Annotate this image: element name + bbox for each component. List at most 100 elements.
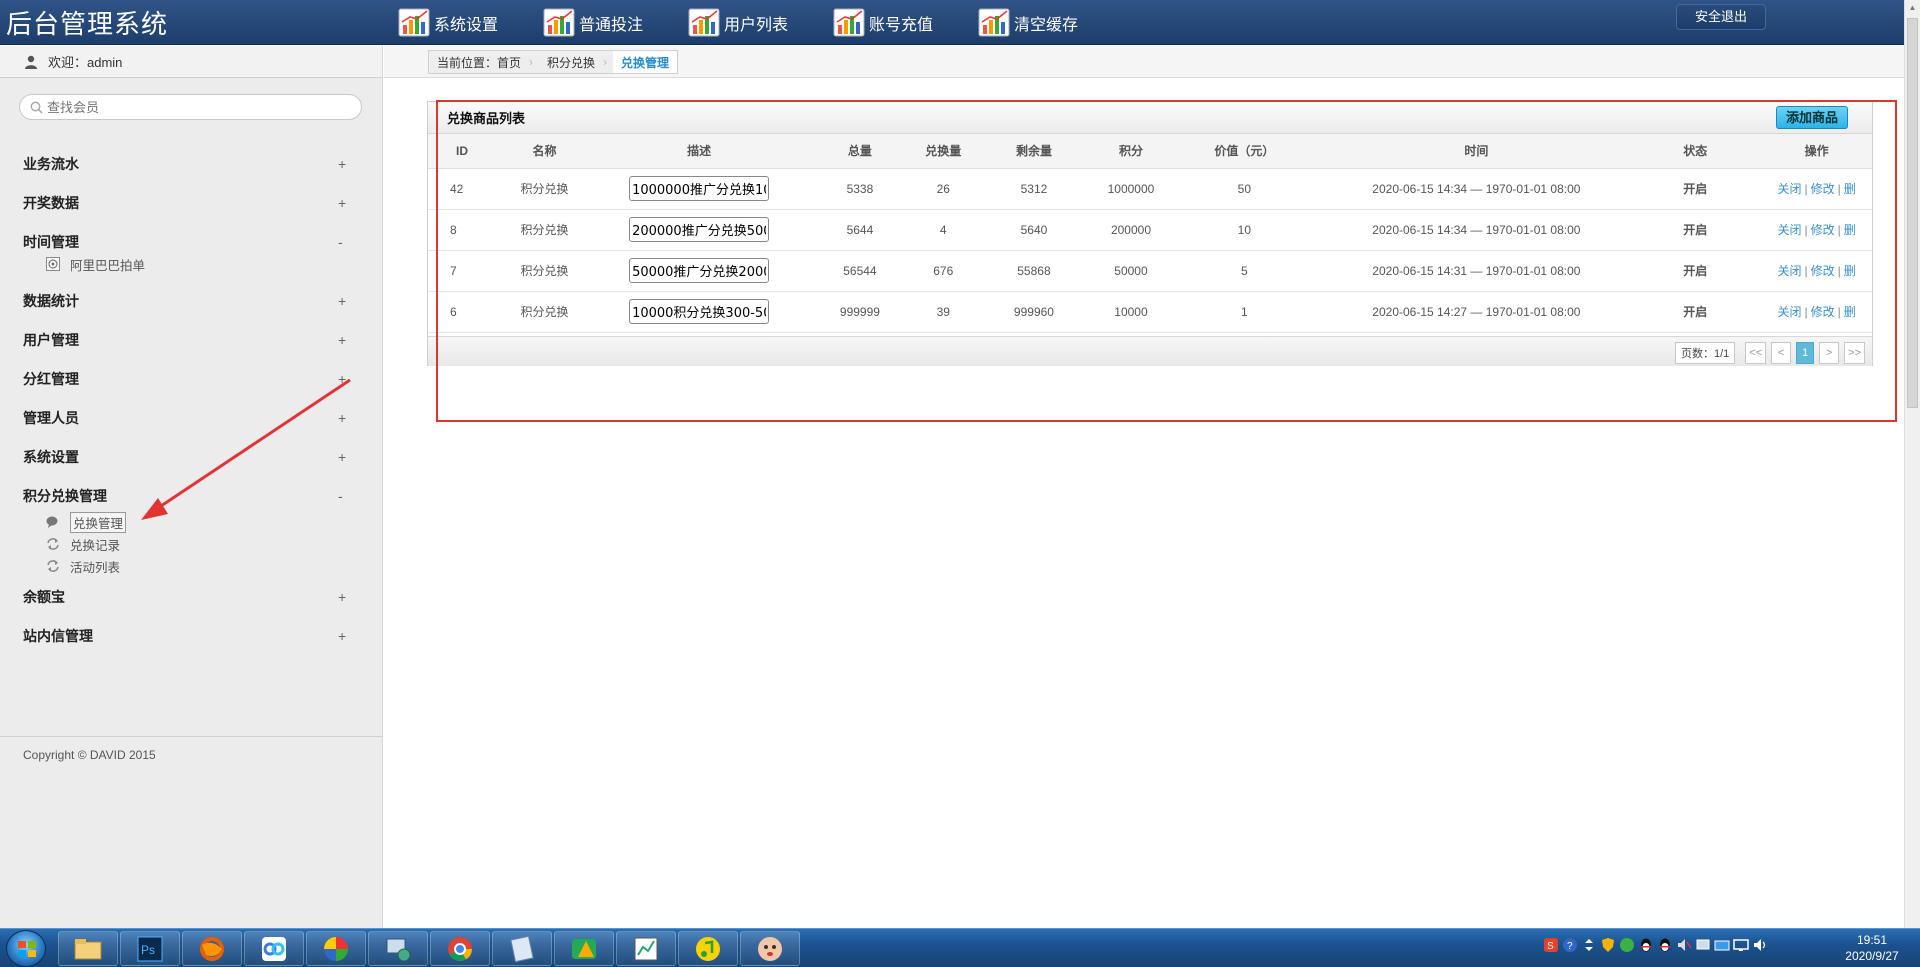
delete-link[interactable]: 删 — [1844, 264, 1856, 278]
expand-toggle[interactable]: + — [338, 628, 346, 644]
close-link[interactable]: 关闭 — [1777, 182, 1801, 196]
network-status-icon[interactable] — [1695, 937, 1711, 953]
copyright: Copyright © DAVID 2015 — [23, 748, 156, 762]
start-button[interactable] — [6, 930, 46, 967]
music-icon[interactable] — [678, 931, 738, 966]
delete-link[interactable]: 删 — [1844, 305, 1856, 319]
monitor-icon[interactable] — [1733, 937, 1749, 953]
taskbar-clock[interactable]: 19:51 2020/9/27 — [1832, 932, 1912, 964]
delete-link[interactable]: 删 — [1844, 223, 1856, 237]
topnav-user-list[interactable]: 用户列表 — [688, 0, 833, 45]
refresh-icon — [47, 560, 59, 572]
search-input[interactable] — [47, 99, 347, 115]
breadcrumb-home[interactable]: 当前位置：首页 — [429, 51, 529, 73]
expand-toggle[interactable]: + — [338, 332, 346, 348]
close-link[interactable]: 关闭 — [1777, 223, 1801, 237]
firefox-icon[interactable] — [182, 931, 242, 966]
expand-toggle[interactable]: + — [338, 371, 346, 387]
column-header: 总量 — [804, 134, 916, 169]
expand-toggle[interactable]: + — [338, 195, 346, 211]
menu-lottery-data[interactable]: 开奖数据 + — [0, 183, 383, 222]
network-icon[interactable] — [368, 931, 428, 966]
breadcrumb: 当前位置：首页 › 积分兑换 › 兑换管理 — [428, 50, 679, 74]
op-separator: | — [1837, 264, 1841, 278]
topnav-normal-bet[interactable]: 普通投注 — [543, 0, 688, 45]
game-icon[interactable] — [554, 931, 614, 966]
last-page-button[interactable]: >> — [1844, 342, 1865, 364]
cell-desc — [593, 209, 805, 251]
status-badge: 开启 — [1629, 250, 1762, 292]
topnav-system-settings[interactable]: 系统设置 — [398, 0, 543, 45]
edit-link[interactable]: 修改 — [1811, 182, 1835, 196]
edit-link[interactable]: 修改 — [1811, 305, 1835, 319]
first-page-button[interactable]: << — [1745, 342, 1767, 364]
menu-internal-messages[interactable]: 站内信管理 + — [0, 616, 383, 655]
expand-toggle[interactable]: + — [338, 410, 346, 426]
volume-icon[interactable] — [1752, 937, 1768, 953]
collapse-toggle[interactable]: - — [338, 234, 343, 250]
submenu-activity-list[interactable]: 活动列表 — [0, 555, 383, 577]
menu-admin-staff[interactable]: 管理人员 + — [0, 398, 383, 437]
edit-link[interactable]: 修改 — [1811, 223, 1835, 237]
scroll-thumb[interactable] — [1907, 18, 1918, 408]
panel-title: 兑换商品列表 — [447, 111, 526, 126]
scroll-up-icon[interactable]: ▲ — [1905, 0, 1920, 16]
expand-toggle[interactable]: + — [338, 589, 346, 605]
breadcrumb-points-exchange[interactable]: 积分兑换 — [539, 51, 603, 73]
cell-id: 8 — [428, 209, 496, 251]
keyboard-icon[interactable] — [1714, 937, 1730, 953]
member-search[interactable] — [19, 94, 362, 120]
topnav-clear-cache[interactable]: 清空缓存 — [978, 0, 1123, 45]
expand-toggle[interactable]: + — [338, 293, 346, 309]
expand-toggle[interactable]: + — [338, 156, 346, 172]
close-link[interactable]: 关闭 — [1777, 305, 1801, 319]
show-hidden-icon[interactable] — [1581, 937, 1597, 953]
delete-link[interactable]: 删 — [1844, 182, 1856, 196]
logout-button[interactable]: 安全退出 — [1676, 4, 1766, 30]
table-row: 8 积分兑换 5644 4 5640 200000 10 2020-06-15 … — [428, 209, 1872, 251]
add-goods-button[interactable]: 添加商品 — [1775, 106, 1848, 129]
menu-points-exchange[interactable]: 积分兑换管理 - — [0, 476, 383, 515]
description-input[interactable] — [629, 258, 770, 283]
vertical-scrollbar[interactable]: ▲ — [1904, 0, 1920, 928]
topnav-account-recharge[interactable]: 账号充值 — [833, 0, 978, 45]
submenu-exchange-records[interactable]: 兑换记录 — [0, 533, 383, 555]
pinwheel-icon[interactable] — [306, 931, 366, 966]
chrome-icon[interactable] — [430, 931, 490, 966]
page-count: 页数：1/1 — [1674, 342, 1736, 364]
speaker-icon[interactable] — [1676, 937, 1692, 953]
avatar-icon[interactable] — [740, 931, 800, 966]
explorer-icon[interactable] — [58, 931, 118, 966]
cell-time: 2020-06-15 14:27 — 1970-01-01 08:00 — [1323, 291, 1630, 333]
menu-data-stats[interactable]: 数据统计 + — [0, 281, 383, 320]
menu-yuebao[interactable]: 余额宝 + — [0, 577, 383, 616]
description-input[interactable] — [629, 299, 770, 324]
360-icon[interactable] — [1619, 937, 1635, 953]
baidu-netdisk-icon[interactable] — [244, 931, 304, 966]
menu-dividend-management[interactable]: 分红管理 + — [0, 359, 383, 398]
edit-link[interactable]: 修改 — [1811, 264, 1835, 278]
notepad-icon[interactable] — [492, 931, 552, 966]
editor-icon[interactable] — [616, 931, 676, 966]
close-link[interactable]: 关闭 — [1777, 264, 1801, 278]
prev-page-button[interactable]: < — [1771, 342, 1792, 364]
photoshop-icon[interactable]: Ps — [120, 931, 180, 966]
help-icon[interactable]: ? — [1562, 937, 1578, 953]
cell-name: 积分兑换 — [495, 209, 594, 251]
qq-icon[interactable] — [1657, 937, 1673, 953]
qq-icon[interactable] — [1638, 937, 1654, 953]
current-page-button[interactable]: 1 — [1796, 342, 1815, 364]
sogou-input-icon[interactable]: S — [1543, 937, 1559, 953]
menu-user-management[interactable]: 用户管理 + — [0, 320, 383, 359]
menu-business-flow[interactable]: 业务流水 + — [0, 144, 383, 183]
description-input[interactable] — [629, 176, 770, 201]
description-input[interactable] — [629, 217, 770, 242]
shield-icon[interactable] — [1600, 937, 1616, 953]
menu-system-settings[interactable]: 系统设置 + — [0, 437, 383, 476]
cell-desc — [593, 250, 805, 292]
next-page-button[interactable]: > — [1819, 342, 1840, 364]
collapse-toggle[interactable]: - — [338, 488, 343, 504]
expand-toggle[interactable]: + — [338, 449, 346, 465]
cell-exchanged: 4 — [915, 209, 972, 251]
menu-time-management[interactable]: 时间管理 - — [0, 222, 383, 261]
